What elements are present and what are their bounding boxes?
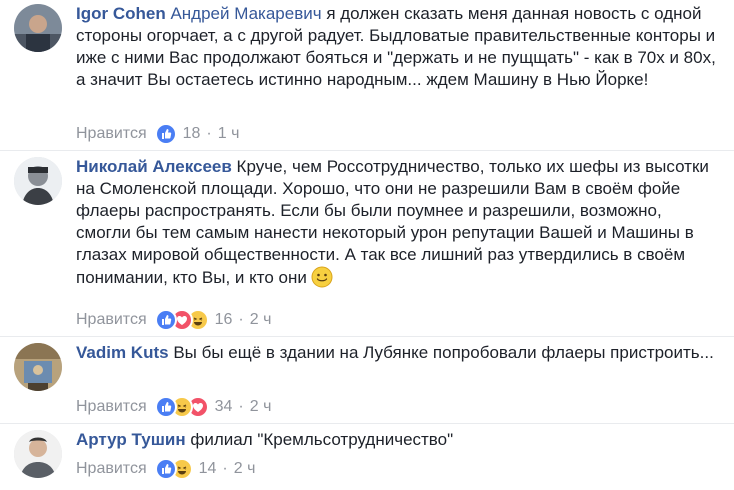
comment-text: филиал "Кремльсотрудничество" <box>190 430 454 449</box>
reactions-summary[interactable] <box>154 458 193 480</box>
reaction-count[interactable]: 16 <box>215 311 233 329</box>
comment-time[interactable]: 2 ч <box>234 460 256 478</box>
smile-emoji-icon <box>311 266 333 288</box>
avatar[interactable] <box>14 157 62 205</box>
comment-author[interactable]: Николай Алексеев <box>76 157 232 176</box>
reactions-summary[interactable] <box>154 123 177 145</box>
comment-time[interactable]: 2 ч <box>250 398 272 416</box>
like-button[interactable]: Нравится <box>76 460 147 478</box>
divider <box>0 150 734 151</box>
comment-body: Артур Тушин филиал "Кремльсотрудничество… <box>76 429 721 451</box>
comment-body: Igor Cohen Андрей Макаревич я должен ска… <box>76 3 721 91</box>
comment-text: Круче, чем Россотрудничество, только их … <box>76 157 709 287</box>
like-icon <box>154 309 177 331</box>
comment-time[interactable]: 1 ч <box>218 125 240 143</box>
like-icon <box>154 458 177 480</box>
reaction-count[interactable]: 18 <box>183 125 201 143</box>
like-button[interactable]: Нравится <box>76 398 147 416</box>
like-button[interactable]: Нравится <box>76 311 147 329</box>
avatar[interactable] <box>14 4 62 52</box>
avatar[interactable] <box>14 343 62 391</box>
comment-actions: Нравится 14 · 2 ч <box>76 458 255 480</box>
like-icon <box>154 123 177 145</box>
comment-body: Vadim Kuts Вы бы ещё в здании на Лубянке… <box>76 342 721 364</box>
comment-mention[interactable]: Андрей Макаревич <box>170 4 321 23</box>
reaction-count[interactable]: 34 <box>215 398 233 416</box>
divider <box>0 336 734 337</box>
divider <box>0 423 734 424</box>
comment-body: Николай Алексеев Круче, чем Россотруднич… <box>76 156 721 289</box>
comment-actions: Нравится 16 · 2 ч <box>76 309 271 331</box>
separator: · <box>238 398 244 415</box>
avatar[interactable] <box>14 430 62 478</box>
comment-author[interactable]: Vadim Kuts <box>76 343 169 362</box>
separator: · <box>238 311 244 328</box>
separator: · <box>222 460 228 477</box>
like-button[interactable]: Нравится <box>76 125 147 143</box>
reaction-count[interactable]: 14 <box>199 460 217 478</box>
comment-actions: Нравится 18 · 1 ч <box>76 123 239 145</box>
comment-author[interactable]: Igor Cohen <box>76 4 166 23</box>
reactions-summary[interactable] <box>154 396 209 418</box>
like-icon <box>154 396 177 418</box>
comment-author[interactable]: Артур Тушин <box>76 430 186 449</box>
reactions-summary[interactable] <box>154 309 209 331</box>
separator: · <box>206 125 212 142</box>
comment-text: Вы бы ещё в здании на Лубянке попробовал… <box>173 343 714 362</box>
comment-time[interactable]: 2 ч <box>250 311 272 329</box>
comment-actions: Нравится 34 · 2 ч <box>76 396 271 418</box>
